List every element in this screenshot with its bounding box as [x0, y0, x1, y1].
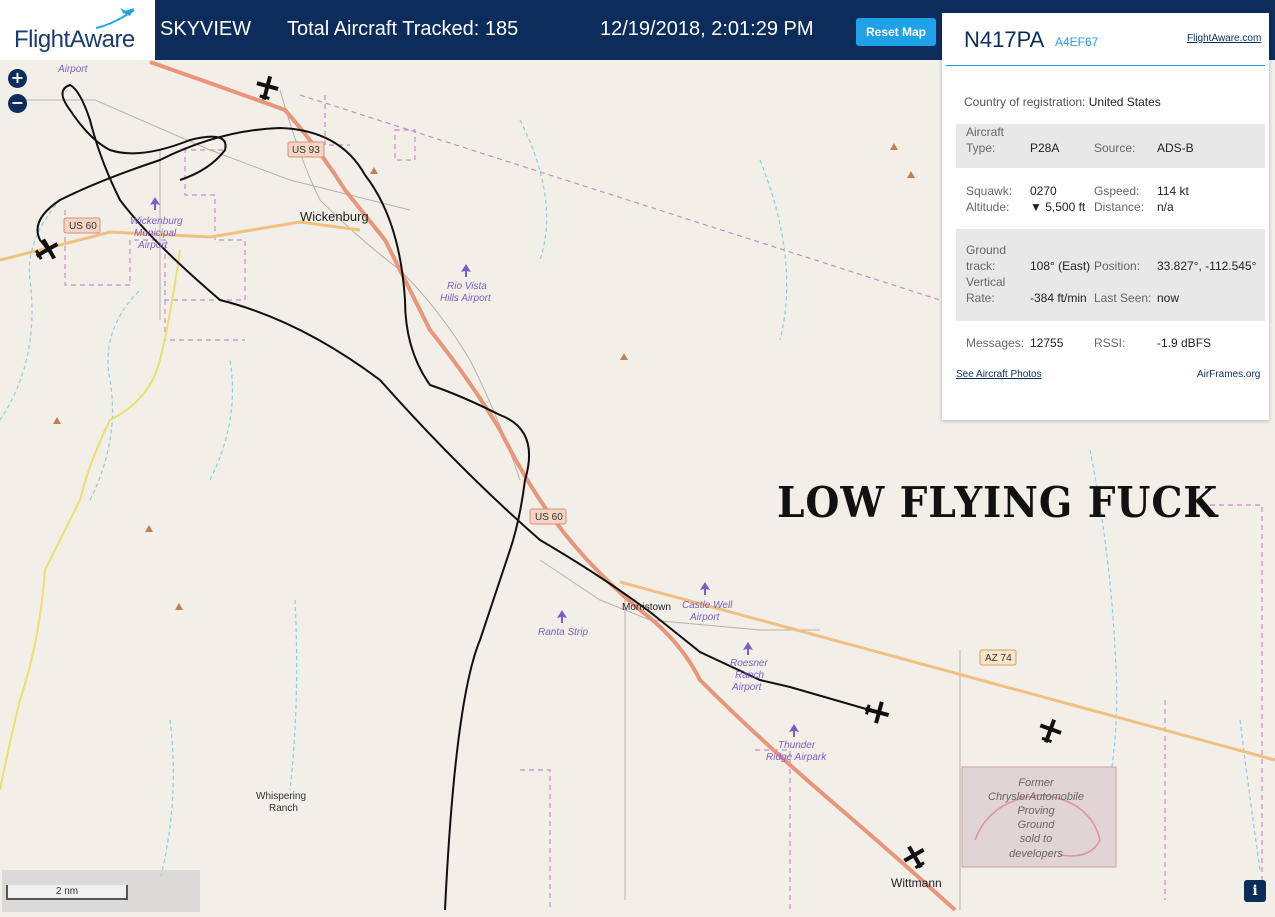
last-seen-value: now: [1157, 291, 1180, 305]
squawk-value: 0270: [1030, 184, 1057, 198]
rssi-label: RSSI:: [1094, 336, 1126, 350]
former-label-4: Ground: [1018, 819, 1056, 831]
zoom-out-button[interactable]: −: [8, 94, 27, 113]
app-name: SKYVIEW: [160, 18, 252, 40]
messages-label: Messages:: [966, 336, 1025, 350]
roesner-label-1: Roesner: [730, 658, 768, 669]
scale-label: 2 nm: [6, 885, 128, 900]
morristown-label: Morristown: [622, 602, 671, 613]
former-label-5: sold to: [1020, 833, 1052, 845]
squawk-label: Squawk:: [966, 184, 1013, 198]
aircraft-icon[interactable]: [899, 841, 930, 873]
airframes-link[interactable]: AirFrames.org: [1197, 369, 1260, 380]
ground-track-label-2: track:: [966, 259, 996, 273]
flightaware-link[interactable]: FlightAware.com: [1187, 33, 1261, 44]
flightaware-logo[interactable]: FlightAware: [0, 0, 155, 60]
former-label-1: Former: [1018, 777, 1055, 789]
see-aircraft-photos-link[interactable]: See Aircraft Photos: [956, 369, 1042, 380]
aircraft-type-label-2: Type:: [966, 141, 996, 155]
peak-markers: [53, 143, 915, 610]
whispering-ranch-label-2: Ranch: [269, 803, 298, 814]
type-source-group: Aircraft Type: P28A Source: ADS-B: [956, 124, 1265, 168]
distance-label: Distance:: [1094, 200, 1145, 214]
logo-text: FlightAware: [14, 26, 135, 53]
reset-map-button[interactable]: Reset Map: [856, 18, 936, 46]
wick-airport-label-1: Wickenburg: [130, 216, 183, 227]
vertical-rate-label-1: Vertical: [966, 275, 1006, 289]
flight-tracks: [36, 83, 881, 911]
thunder-ridge-label-1: Thunder: [778, 740, 816, 751]
country-value: United States: [1088, 95, 1161, 109]
altitude-label: Altitude:: [966, 200, 1010, 214]
roesner-label-2: Ranch: [735, 670, 764, 681]
wittmann-label: Wittmann: [891, 876, 942, 890]
last-seen-label: Last Seen:: [1094, 291, 1152, 305]
route-shields: [63, 141, 1017, 666]
wick-airport-label-2: Municipal: [134, 228, 177, 239]
former-label-6: developers: [1009, 848, 1063, 860]
vertical-rate-label-2: Rate:: [966, 291, 995, 305]
ranta-strip-label: Ranta Strip: [538, 627, 588, 638]
whispering-ranch-label-1: Whispering: [256, 791, 306, 802]
distance-value: n/a: [1157, 200, 1174, 214]
gspeed-value: 114 kt: [1157, 184, 1189, 198]
aircraft-detail-panel: N417PA A4EF67 FlightAware.com Country of…: [942, 13, 1269, 420]
track-position-group: Ground track: 108° (East) Position: 33.8…: [956, 229, 1265, 321]
wick-airport-label-3: Airport: [137, 240, 169, 251]
former-label-2: ChryslerAutomobile: [988, 791, 1084, 803]
country-of-registration: Country of registration: United States: [964, 95, 1161, 109]
ground-track-value: 108° (East): [1030, 259, 1091, 273]
rio-vista-label-2: Hills Airport: [440, 293, 492, 304]
scale-bar: 2 nm: [2, 870, 200, 912]
former-label-3: Proving: [1017, 805, 1055, 817]
airport-top-label: Airport: [57, 64, 89, 75]
us60-west-shield-label: US 60: [69, 221, 97, 232]
source-value: ADS-B: [1157, 141, 1194, 155]
current-datetime: 12/19/2018, 2:01:29 PM: [600, 18, 814, 40]
us93-shield-label: US 93: [292, 145, 320, 156]
altitude-value: ▼ 5,500 ft: [1030, 200, 1086, 214]
country-label: Country of registration:: [964, 95, 1086, 109]
aircraft-hex-code: A4EF67: [1055, 35, 1099, 49]
zoom-in-button[interactable]: +: [8, 69, 27, 88]
gspeed-label: Gspeed:: [1094, 184, 1140, 198]
total-aircraft-tracked: Total Aircraft Tracked: 185: [287, 18, 519, 40]
aircraft-type-value: P28A: [1030, 141, 1060, 155]
thunder-ridge-label-2: Ridge Airpark: [766, 752, 827, 763]
panel-divider: [946, 65, 1265, 66]
roesner-label-3: Airport: [731, 682, 763, 693]
aircraft-registration: N417PA: [964, 27, 1045, 52]
castle-well-label-2: Airport: [689, 612, 721, 623]
aircraft-icon[interactable]: [863, 698, 892, 725]
rio-vista-label-1: Rio Vista: [447, 281, 487, 292]
messages-value: 12755: [1030, 336, 1064, 350]
wickenburg-label: Wickenburg: [300, 209, 369, 224]
ground-track-label-1: Ground: [966, 243, 1007, 257]
az74-shield-label: AZ 74: [985, 653, 1012, 664]
aircraft-icon[interactable]: [1036, 716, 1065, 746]
overlay-caption: LOW FLYING FUCK: [777, 478, 1219, 527]
us60-mid-shield-label: US 60: [535, 512, 563, 523]
aircraft-icons[interactable]: [31, 74, 1064, 873]
vertical-rate-value: -384 ft/min: [1030, 291, 1087, 305]
yellow-road: [0, 249, 181, 791]
aircraft-type-label-1: Aircraft: [966, 125, 1005, 139]
source-label: Source:: [1094, 141, 1136, 155]
position-label: Position:: [1094, 259, 1141, 273]
castle-well-label-1: Castle Well: [682, 600, 733, 611]
map-info-button[interactable]: i: [1244, 880, 1266, 902]
rssi-value: -1.9 dBFS: [1157, 336, 1212, 350]
position-value: 33.827°, -112.545°: [1157, 259, 1257, 273]
